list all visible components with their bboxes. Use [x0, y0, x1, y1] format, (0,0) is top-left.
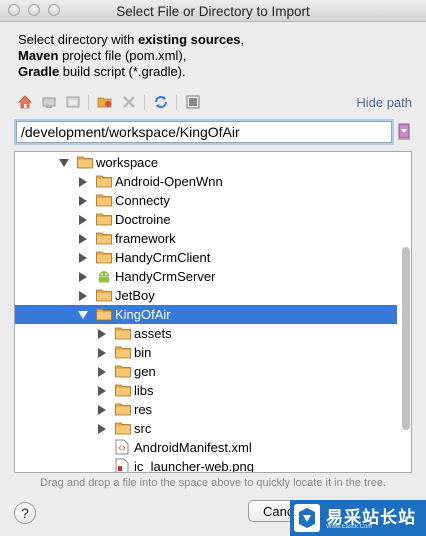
- folder-icon: [115, 345, 131, 362]
- desc-line3-bold: Gradle: [18, 64, 60, 79]
- desc-line1-suffix: ,: [240, 32, 245, 47]
- title-bar: Select File or Directory to Import: [0, 0, 426, 22]
- folder-icon: [115, 402, 131, 419]
- tree-scrollbar[interactable]: [402, 247, 410, 430]
- tree-row[interactable]: workspace: [15, 153, 397, 172]
- collapsed-arrow-icon[interactable]: [98, 329, 106, 339]
- collapsed-arrow-icon[interactable]: [98, 405, 106, 415]
- tree-row[interactable]: HandyCrmClient: [15, 248, 397, 267]
- tree-row[interactable]: HandyCrmServer: [15, 267, 397, 286]
- collapsed-arrow-icon[interactable]: [79, 272, 87, 282]
- folder-icon: [96, 288, 112, 305]
- collapsed-arrow-icon[interactable]: [98, 424, 106, 434]
- collapsed-arrow-icon[interactable]: [79, 215, 87, 225]
- folder-icon: [96, 193, 112, 210]
- toolbar-separator: [176, 95, 177, 110]
- path-input[interactable]: /development/workspace/KingOfAir: [16, 121, 392, 143]
- bookmark-download-icon[interactable]: [396, 123, 412, 141]
- tree-row[interactable]: Android-OpenWnn: [15, 172, 397, 191]
- folder-icon: [115, 383, 131, 400]
- window-title: Select File or Directory to Import: [116, 4, 310, 19]
- tree-row-label: libs: [134, 383, 154, 398]
- project-icon[interactable]: [64, 93, 82, 111]
- desc-line2-rest: project file (pom.xml),: [58, 48, 187, 63]
- collapsed-arrow-icon[interactable]: [98, 348, 106, 358]
- tree-row[interactable]: Connecty: [15, 191, 397, 210]
- tree-row[interactable]: KingOfAir: [15, 305, 397, 324]
- tree-row-label: bin: [134, 345, 152, 360]
- path-input-value: /development/workspace/KingOfAir: [21, 124, 240, 140]
- toolbar-separator: [144, 95, 145, 110]
- tree-row[interactable]: AndroidManifest.xml: [15, 438, 397, 457]
- file-tree[interactable]: workspace Android-OpenWnn Connecty Doctroin…: [14, 151, 412, 473]
- collapsed-arrow-icon[interactable]: [98, 367, 106, 377]
- tree-row-label: src: [134, 421, 152, 436]
- tree-row[interactable]: assets: [15, 324, 397, 343]
- show-hidden-icon[interactable]: [184, 93, 202, 111]
- folder-icon: [115, 364, 131, 381]
- tree-row-label: assets: [134, 326, 172, 341]
- tree-row-label: Doctroine: [115, 212, 171, 227]
- help-button[interactable]: ?: [14, 502, 36, 524]
- folder-icon: [96, 307, 112, 324]
- home-icon[interactable]: [16, 93, 34, 111]
- folder-icon: [96, 250, 112, 267]
- folder-icon: [96, 174, 112, 191]
- folder-icon: [77, 155, 93, 172]
- tree-row-label: HandyCrmClient: [115, 250, 211, 265]
- collapsed-arrow-icon[interactable]: [79, 196, 87, 206]
- dialog-description: Select directory with existing sources, …: [18, 32, 244, 80]
- tree-row-label: gen: [134, 364, 156, 379]
- drag-drop-hint: Drag and drop a file into the space abov…: [39, 477, 387, 489]
- delete-icon[interactable]: [120, 93, 138, 111]
- desc-line2-bold: Maven: [18, 48, 59, 63]
- folder-icon: [115, 326, 131, 343]
- tree-row-label: JetBoy: [115, 288, 155, 303]
- tree-row-label: Android-OpenWnn: [115, 174, 223, 189]
- folder-icon: [96, 231, 112, 248]
- toolbar: Hide path: [14, 92, 414, 114]
- watermark-subtext: Www.Easck.Com: [326, 524, 373, 530]
- tree-row-label: framework: [115, 231, 176, 246]
- android-project-icon: [96, 268, 112, 287]
- tree-row[interactable]: src: [15, 419, 397, 438]
- expanded-arrow-icon[interactable]: [59, 159, 69, 167]
- folder-icon: [96, 212, 112, 229]
- desktop-icon[interactable]: [40, 93, 58, 111]
- collapsed-arrow-icon[interactable]: [79, 234, 87, 244]
- tree-row[interactable]: JetBoy: [15, 286, 397, 305]
- tree-row[interactable]: framework: [15, 229, 397, 248]
- tree-row-label: HandyCrmServer: [115, 269, 216, 284]
- watermark-logo-icon: [294, 504, 320, 532]
- tree-row-label: KingOfAir: [115, 307, 171, 322]
- hide-path-link[interactable]: Hide path: [356, 95, 412, 110]
- collapsed-arrow-icon[interactable]: [79, 291, 87, 301]
- desc-line1-bold: existing sources: [137, 32, 241, 47]
- tree-row-label: res: [134, 402, 153, 417]
- import-dialog: Select File or Directory to Import Selec…: [0, 0, 426, 536]
- toolbar-separator: [88, 95, 89, 110]
- xml-file-icon: [115, 439, 129, 458]
- tree-row[interactable]: gen: [15, 362, 397, 381]
- tree-row-label: ic_launcher-web.png: [134, 459, 254, 473]
- expanded-arrow-icon[interactable]: [78, 311, 88, 319]
- new-folder-icon[interactable]: [96, 93, 114, 111]
- tree-row[interactable]: bin: [15, 343, 397, 362]
- tree-row[interactable]: libs: [15, 381, 397, 400]
- collapsed-arrow-icon[interactable]: [98, 386, 106, 396]
- tree-row[interactable]: ic_launcher-web.png: [15, 457, 397, 473]
- collapsed-arrow-icon[interactable]: [79, 177, 87, 187]
- tree-row[interactable]: res: [15, 400, 397, 419]
- desc-line3-rest: build script (*.gradle).: [59, 64, 186, 79]
- refresh-icon[interactable]: [152, 93, 170, 111]
- desc-line1-prefix: Select directory with: [18, 32, 138, 47]
- folder-icon: [115, 421, 131, 438]
- collapsed-arrow-icon[interactable]: [79, 253, 87, 263]
- site-watermark: 易采站长站 Www.Easck.Com: [290, 500, 426, 536]
- tree-row[interactable]: Doctroine: [15, 210, 397, 229]
- image-file-icon: [115, 458, 129, 472]
- tree-row-label: Connecty: [115, 193, 170, 208]
- tree-row-label: workspace: [96, 155, 159, 170]
- tree-row-label: AndroidManifest.xml: [134, 440, 252, 455]
